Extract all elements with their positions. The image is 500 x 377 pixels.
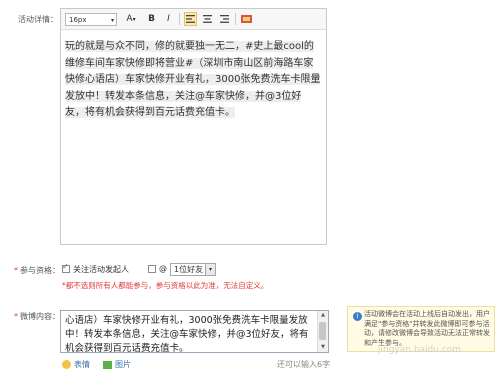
scroll-down-icon[interactable]: ▼ (318, 343, 328, 352)
participation-label-text: 参与资格： (20, 266, 60, 275)
info-icon: i (353, 312, 362, 321)
align-center-icon (203, 15, 212, 23)
toolbar-divider (179, 13, 180, 25)
font-size-value: 16px (69, 15, 87, 24)
picture-icon (103, 360, 112, 369)
insert-image-button[interactable] (240, 12, 253, 26)
detail-label: 活动详情： (18, 15, 58, 24)
friend-count-select[interactable]: 1位好友 ▾ (170, 263, 216, 276)
font-color-button[interactable]: A ▾ (121, 12, 141, 26)
weibo-textarea[interactable]: 心语店）车家快修开业有礼，3000张免费洗车卡限量发放中！转发本条信息，关注@车… (60, 310, 329, 353)
toolbar-divider (235, 13, 236, 25)
at-friends-checkbox[interactable] (148, 265, 156, 273)
weibo-text: 心语店）车家快修开业有礼，3000张免费洗车卡限量发放中！转发本条信息，关注@车… (65, 315, 309, 353)
friend-count-value: 1位好友 (174, 265, 204, 274)
scroll-up-icon[interactable]: ▲ (318, 311, 328, 320)
follow-label: 关注活动发起人 (73, 265, 129, 274)
image-icon (241, 15, 252, 23)
bold-button[interactable]: B (145, 12, 158, 26)
editor-content-text: 玩的就是与众不同，修的就要独一无二，#史上最cool的维修车间车家快修即将营业#… (65, 41, 321, 118)
weibo-label: * 微博内容： (2, 311, 60, 322)
weibo-label-text: 微博内容： (20, 312, 60, 321)
editor-toolbar: 16px ▾ A ▾ B I (61, 9, 326, 30)
emoji-label: 表情 (74, 360, 90, 369)
align-left-button[interactable] (184, 12, 197, 26)
textarea-scrollbar[interactable]: ▲ ▼ (317, 311, 328, 352)
align-center-button[interactable] (201, 12, 214, 26)
align-right-button[interactable] (218, 12, 231, 26)
emoji-icon (62, 360, 71, 369)
chevron-down-icon: ▾ (205, 264, 215, 275)
emoji-button[interactable]: 表情 (62, 359, 90, 370)
picture-button[interactable]: 图片 (103, 359, 131, 370)
rich-text-editor[interactable]: 16px ▾ A ▾ B I 玩的就是与众不同，修的就要独一无二，#史上最coo… (60, 8, 327, 245)
participation-warning: *都不选则所有人都能参与，参与资格以此为准，无法自定义。 (62, 281, 269, 290)
required-mark: * (14, 266, 18, 275)
editor-content[interactable]: 玩的就是与众不同，修的就要独一无二，#史上最cool的维修车间车家快修即将营业#… (65, 39, 321, 122)
participation-label: * 参与资格： (2, 265, 60, 276)
chevron-down-icon: ▾ (110, 16, 114, 24)
picture-label: 图片 (115, 360, 131, 369)
scroll-thumb[interactable] (319, 322, 326, 340)
italic-button[interactable]: I (162, 12, 175, 26)
char-counter: 还可以输入6字 (277, 360, 331, 369)
chevron-down-icon: ▾ (132, 15, 136, 23)
at-label: @ (159, 264, 167, 273)
required-mark: * (14, 312, 18, 321)
font-size-select[interactable]: 16px ▾ (65, 12, 117, 26)
follow-checkbox[interactable] (62, 262, 70, 273)
align-left-icon (186, 15, 195, 23)
watermark: jingyan.baidu.com (378, 345, 462, 355)
weibo-tip-text: 活动微博会在活动上线后自动发出，用户满足"参与资格"并转发此微博即可参与活动，请… (364, 310, 490, 347)
align-right-icon (220, 15, 229, 23)
